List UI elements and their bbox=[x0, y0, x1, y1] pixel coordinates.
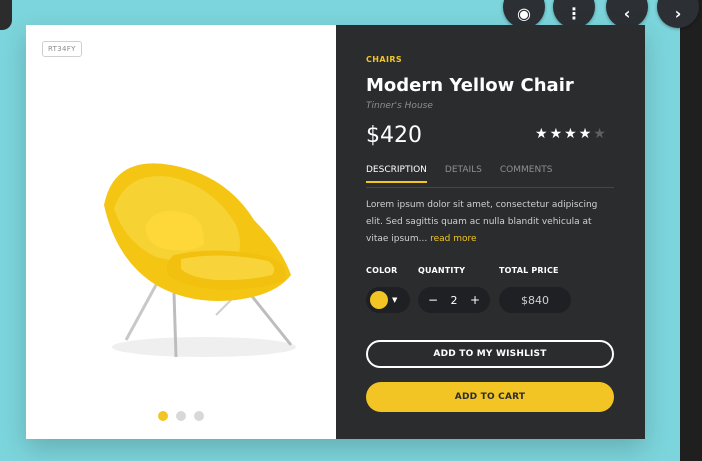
star-icon: ★ bbox=[564, 126, 577, 142]
tab-divider bbox=[366, 187, 614, 188]
quantity-label: QUANTITY bbox=[418, 266, 466, 275]
more-icon: ⋮ bbox=[566, 3, 582, 23]
product-image-panel: RT34FY bbox=[26, 25, 336, 439]
chevron-down-icon: ▼ bbox=[392, 296, 398, 304]
color-swatch bbox=[370, 291, 388, 309]
product-card: RT34FY CHAIRS Modern Yellow Chair Tinner… bbox=[26, 25, 645, 439]
star-icon: ★ bbox=[535, 126, 548, 142]
tab-details[interactable]: DETAILS bbox=[445, 165, 482, 183]
product-brand: Tinner's House bbox=[366, 101, 433, 111]
corner-shadow bbox=[0, 0, 12, 30]
carousel-dot-3[interactable] bbox=[194, 411, 204, 421]
lens-icon: ◉ bbox=[517, 3, 531, 23]
star-icon: ★ bbox=[578, 126, 592, 142]
description-text: Lorem ipsum dolor sit amet, consectetur … bbox=[366, 200, 598, 244]
carousel-dot-2[interactable] bbox=[176, 411, 186, 421]
tab-comments[interactable]: COMMENTS bbox=[500, 165, 553, 183]
quantity-decrease-button[interactable]: − bbox=[428, 293, 438, 307]
quantity-stepper[interactable]: − 2 + bbox=[418, 287, 490, 313]
carousel-dot-1[interactable] bbox=[158, 411, 168, 421]
add-to-wishlist-button[interactable]: ADD TO MY WISHLIST bbox=[366, 340, 614, 368]
star-empty-icon: ★ bbox=[593, 126, 606, 142]
product-title: Modern Yellow Chair bbox=[366, 75, 574, 96]
chevron-left-icon: ‹ bbox=[623, 3, 631, 23]
tab-description[interactable]: DESCRIPTION bbox=[366, 165, 427, 183]
previous-button[interactable]: ‹ bbox=[606, 0, 648, 28]
color-select[interactable]: ▼ bbox=[366, 287, 410, 313]
chevron-right-icon: › bbox=[674, 3, 682, 23]
right-edge-strip bbox=[680, 0, 702, 461]
rating-stars: ★ ★ ★ ★ ★ bbox=[535, 126, 606, 142]
lens-button[interactable]: ◉ bbox=[503, 0, 545, 28]
total-price-value: $840 bbox=[499, 287, 571, 313]
total-price-label: TOTAL PRICE bbox=[499, 266, 559, 275]
color-label: COLOR bbox=[366, 266, 398, 275]
detail-tabs: DESCRIPTION DETAILS COMMENTS bbox=[366, 165, 614, 183]
product-price: $420 bbox=[366, 123, 422, 148]
read-more-link[interactable]: read more bbox=[430, 234, 476, 244]
star-icon: ★ bbox=[549, 126, 563, 142]
product-category[interactable]: CHAIRS bbox=[366, 55, 402, 64]
carousel-dots bbox=[158, 411, 204, 421]
sku-badge: RT34FY bbox=[42, 41, 82, 57]
product-details-panel: CHAIRS Modern Yellow Chair Tinner's Hous… bbox=[336, 25, 645, 439]
quantity-increase-button[interactable]: + bbox=[470, 293, 480, 307]
screenshot-stage: ◉ ⋮ ‹ › RT34FY CHAIRS Modern Yellow Chai… bbox=[0, 0, 702, 461]
quantity-value: 2 bbox=[450, 293, 458, 307]
more-options-button[interactable]: ⋮ bbox=[553, 0, 595, 28]
add-to-cart-button[interactable]: ADD TO CART bbox=[366, 382, 614, 412]
product-description: Lorem ipsum dolor sit amet, consectetur … bbox=[366, 197, 616, 248]
chair-image bbox=[104, 163, 296, 358]
